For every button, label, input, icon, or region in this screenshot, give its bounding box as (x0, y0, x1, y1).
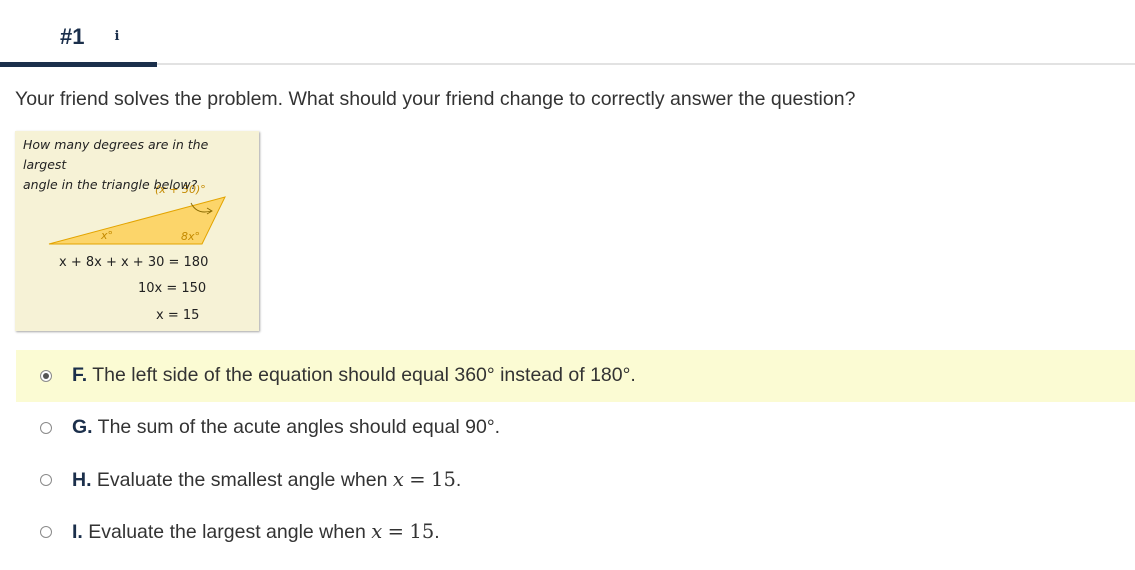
option-f-text: F. The left side of the equation should … (72, 364, 636, 387)
equation-line-3: x = 15 (156, 308, 200, 323)
answer-option-i[interactable]: I. Evaluate the largest angle when x = 1… (16, 506, 1135, 558)
option-label: The left side of the equation should equ… (92, 364, 636, 386)
figure-question-line-2: angle in the triangle below? (23, 177, 198, 192)
option-label: The sum of the acute angles should equal… (97, 416, 501, 438)
option-label: Evaluate the largest angle when (88, 521, 366, 543)
option-letter: I. (72, 521, 83, 543)
option-i-text: I. Evaluate the largest angle when x = 1… (72, 520, 440, 544)
figure-question-text: How many degrees are in the largest angl… (23, 135, 255, 195)
math-number: 15 (409, 520, 435, 543)
option-label: Evaluate the smallest angle when (96, 469, 388, 491)
option-period: . (455, 469, 462, 491)
angle-label-right: 8x° (181, 230, 200, 243)
option-g-text: G. The sum of the acute angles should eq… (72, 416, 500, 439)
option-letter: G. (72, 416, 93, 438)
info-icon[interactable]: i (107, 27, 127, 47)
question-number: #1 (60, 24, 85, 49)
figure-question-line-1: How many degrees are in the largest (23, 137, 209, 172)
header-divider (0, 63, 1135, 65)
option-letter: F. (72, 364, 88, 386)
radio-button-f[interactable] (40, 370, 52, 382)
question-header: #1 i (0, 0, 1135, 68)
radio-button-i[interactable] (40, 526, 52, 538)
radio-button-g[interactable] (40, 422, 52, 434)
option-period: . (434, 521, 440, 543)
question-prompt: Your friend solves the problem. What sho… (15, 88, 856, 110)
answer-options: F. The left side of the equation should … (16, 350, 1135, 558)
active-tab-indicator (0, 62, 157, 67)
math-equals: = (387, 520, 404, 543)
option-letter: H. (72, 469, 92, 491)
math-equals: = (409, 468, 426, 491)
math-number: 15 (431, 468, 456, 491)
problem-figure: (x + 30)° x° 8x° How many degrees are in… (15, 131, 259, 331)
math-variable: x (392, 468, 404, 491)
angle-label-left: x° (100, 229, 113, 242)
answer-option-g[interactable]: G. The sum of the acute angles should eq… (16, 402, 1135, 454)
answer-option-h[interactable]: H. Evaluate the smallest angle when x = … (16, 454, 1135, 506)
radio-button-h[interactable] (40, 474, 52, 486)
answer-option-f[interactable]: F. The left side of the equation should … (16, 350, 1135, 402)
equation-line-1: x + 8x + x + 30 = 180 (59, 255, 209, 270)
equation-line-2: 10x = 150 (138, 281, 207, 296)
option-h-text: H. Evaluate the smallest angle when x = … (72, 468, 461, 492)
math-variable: x (371, 520, 383, 543)
